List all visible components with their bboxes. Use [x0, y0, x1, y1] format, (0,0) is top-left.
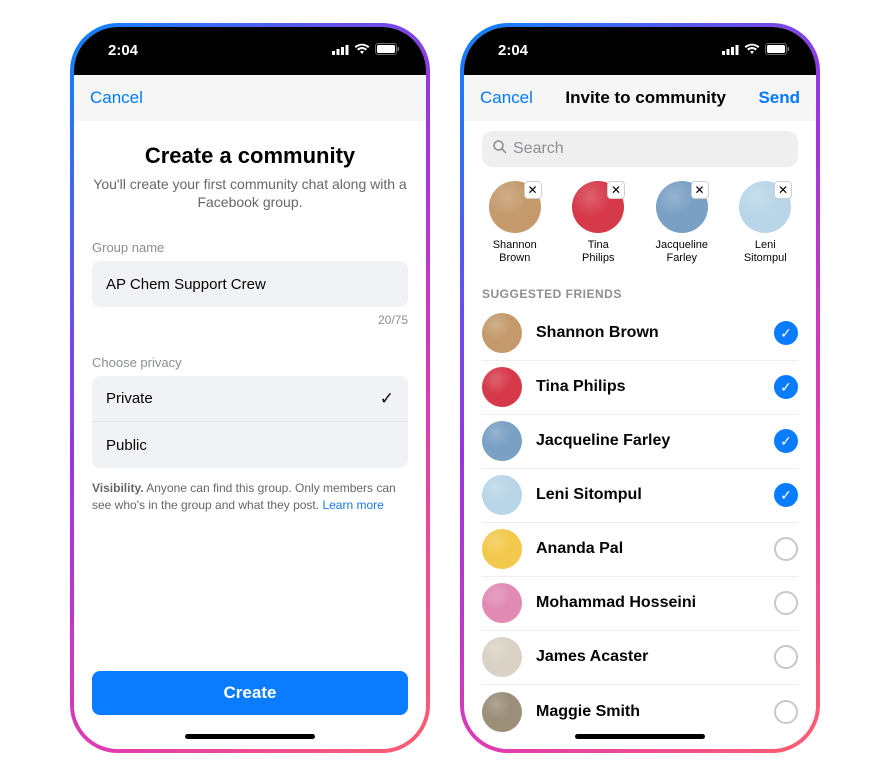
visibility-bold: Visibility. [92, 481, 144, 495]
selected-friend-chip[interactable]: ✕ JacquelineFarley [649, 181, 715, 265]
status-icons [722, 42, 790, 59]
create-community-form: Create a community You'll create your fi… [74, 121, 426, 749]
privacy-label: Choose privacy [92, 355, 408, 370]
friend-name: Tina Philips [536, 378, 760, 396]
selected-friend-name: JacquelineFarley [655, 239, 708, 265]
search-icon [492, 139, 507, 159]
nav-bar: Cancel Invite to community Send [464, 75, 816, 121]
avatar [482, 529, 522, 569]
friend-name: James Acaster [536, 648, 760, 666]
search-placeholder: Search [513, 140, 564, 158]
home-indicator[interactable] [185, 734, 315, 739]
checkbox-unchecked-icon[interactable] [774, 591, 798, 615]
avatar [482, 637, 522, 677]
remove-chip-icon[interactable]: ✕ [524, 181, 542, 199]
friend-name: Mohammad Hosseini [536, 594, 760, 612]
cancel-button[interactable]: Cancel [480, 88, 533, 108]
friend-list[interactable]: Shannon Brown✓Tina Philips✓Jacqueline Fa… [482, 307, 798, 739]
visibility-description: Visibility. Anyone can find this group. … [92, 480, 408, 514]
cellular-icon [722, 42, 739, 59]
friend-row[interactable]: Mohammad Hosseini [482, 577, 798, 631]
wifi-icon [354, 42, 370, 59]
battery-icon [765, 42, 790, 59]
privacy-option-public[interactable]: Public [92, 422, 408, 468]
avatar [482, 313, 522, 353]
friend-name: Maggie Smith [536, 703, 760, 721]
avatar [482, 583, 522, 623]
home-indicator[interactable] [575, 734, 705, 739]
group-name-label: Group name [92, 240, 408, 255]
avatar [482, 421, 522, 461]
checkbox-checked-icon[interactable]: ✓ [774, 375, 798, 399]
wifi-icon [744, 42, 760, 59]
group-name-input[interactable]: AP Chem Support Crew [92, 261, 408, 307]
selected-friend-name: ShannonBrown [493, 239, 537, 265]
friend-row[interactable]: Maggie Smith [482, 685, 798, 739]
nav-bar: Cancel [74, 75, 426, 121]
privacy-option-private[interactable]: Private ✓ [92, 376, 408, 422]
status-icons [332, 42, 400, 59]
char-counter: 20/75 [92, 313, 408, 327]
checkmark-icon: ✓ [380, 389, 394, 409]
friend-name: Jacqueline Farley [536, 432, 760, 450]
checkbox-unchecked-icon[interactable] [774, 645, 798, 669]
friend-row[interactable]: James Acaster [482, 631, 798, 685]
checkbox-unchecked-icon[interactable] [774, 537, 798, 561]
checkbox-checked-icon[interactable]: ✓ [774, 483, 798, 507]
remove-chip-icon[interactable]: ✕ [691, 181, 709, 199]
avatar [482, 475, 522, 515]
avatar [482, 367, 522, 407]
search-input[interactable]: Search [482, 131, 798, 167]
status-time: 2:04 [498, 42, 528, 59]
invite-panel: Search ✕ ShannonBrown ✕ TinaPhilips ✕ Jacquel… [464, 121, 816, 749]
privacy-option-label: Public [106, 437, 147, 454]
checkbox-unchecked-icon[interactable] [774, 700, 798, 724]
phone-screen: 2:04 Cancel Create a community You'll cr… [74, 27, 426, 749]
create-button[interactable]: Create [92, 671, 408, 715]
create-button-label: Create [224, 683, 277, 703]
friend-name: Shannon Brown [536, 324, 760, 342]
friend-row[interactable]: Jacqueline Farley ✓ [482, 415, 798, 469]
friend-row[interactable]: Shannon Brown ✓ [482, 307, 798, 361]
friend-row[interactable]: Ananda Pal [482, 523, 798, 577]
cancel-button[interactable]: Cancel [90, 88, 143, 108]
battery-icon [375, 42, 400, 59]
selected-friend-chip[interactable]: ✕ LeniSitompul [733, 181, 799, 265]
privacy-option-label: Private [106, 390, 153, 407]
phone-screen: 2:04 Cancel Invite to community Send Sea… [464, 27, 816, 749]
learn-more-link[interactable]: Learn more [322, 498, 383, 512]
page-title: Create a community [92, 143, 408, 169]
avatar [482, 692, 522, 732]
send-button[interactable]: Send [758, 88, 800, 108]
suggested-section-label: SUGGESTED FRIENDS [482, 287, 798, 301]
friend-name: Leni Sitompul [536, 486, 760, 504]
selected-friend-name: LeniSitompul [744, 239, 787, 265]
selected-friend-chip[interactable]: ✕ ShannonBrown [482, 181, 548, 265]
group-name-value: AP Chem Support Crew [106, 276, 266, 293]
status-time: 2:04 [108, 42, 138, 59]
notch [170, 27, 330, 57]
nav-title: Invite to community [565, 88, 726, 108]
phone-mockup-create: 2:04 Cancel Create a community You'll cr… [70, 23, 430, 753]
selected-friend-chip[interactable]: ✕ TinaPhilips [566, 181, 632, 265]
notch [560, 27, 720, 57]
page-subtitle: You'll create your first community chat … [92, 175, 408, 213]
friend-name: Ananda Pal [536, 540, 760, 558]
phone-mockup-invite: 2:04 Cancel Invite to community Send Sea… [460, 23, 820, 753]
cellular-icon [332, 42, 349, 59]
friend-row[interactable]: Tina Philips ✓ [482, 361, 798, 415]
selected-friends-row: ✕ ShannonBrown ✕ TinaPhilips ✕ JacquelineFarl… [482, 181, 798, 265]
remove-chip-icon[interactable]: ✕ [607, 181, 625, 199]
friend-row[interactable]: Leni Sitompul ✓ [482, 469, 798, 523]
selected-friend-name: TinaPhilips [582, 239, 614, 265]
checkbox-checked-icon[interactable]: ✓ [774, 321, 798, 345]
remove-chip-icon[interactable]: ✕ [774, 181, 792, 199]
checkbox-checked-icon[interactable]: ✓ [774, 429, 798, 453]
